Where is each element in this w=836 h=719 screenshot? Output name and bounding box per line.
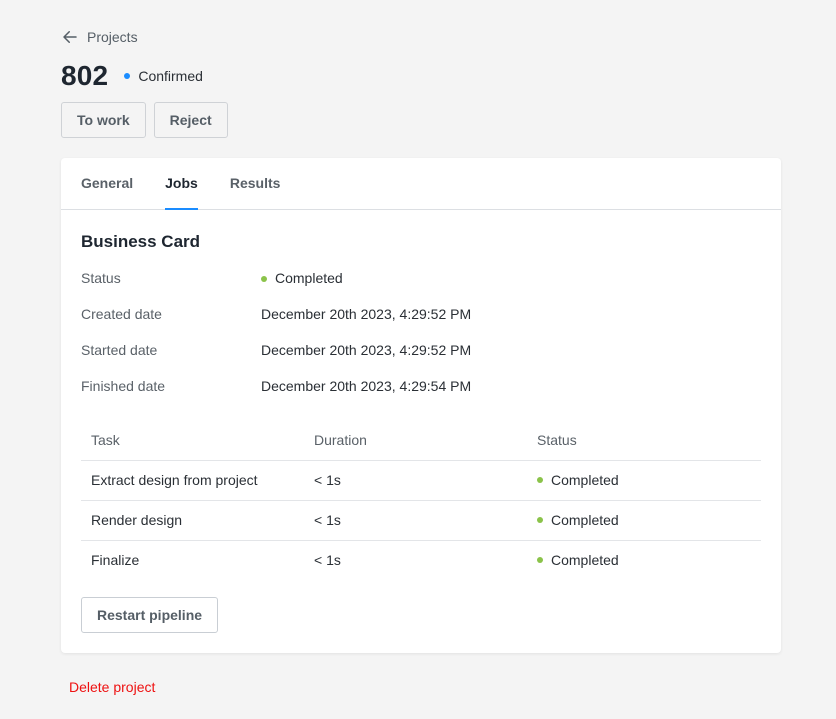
project-header: 802 Confirmed	[61, 60, 203, 92]
status-dot-icon	[537, 477, 543, 483]
property-value: December 20th 2023, 4:29:52 PM	[261, 306, 472, 322]
status-dot-icon	[124, 73, 131, 79]
status-dot-icon	[261, 276, 267, 282]
project-actions: To work Reject	[61, 102, 228, 138]
project-card: General Jobs Results Business Card Statu…	[61, 158, 781, 653]
to-work-button[interactable]: To work	[61, 102, 146, 138]
property-value: Completed	[261, 270, 343, 306]
status-dot-icon	[537, 557, 543, 564]
property-label: Finished date	[81, 378, 166, 394]
task-status: Completed	[527, 540, 761, 580]
column-header-status: Status	[527, 420, 761, 461]
status-dot-icon	[537, 517, 543, 523]
table-row: Render design < 1s Completed	[81, 500, 761, 541]
property-label: Started date	[81, 342, 158, 358]
task-status-text: Completed	[551, 512, 619, 528]
tab-jobs[interactable]: Jobs	[165, 158, 198, 210]
task-status-text: Completed	[551, 552, 619, 569]
property-label: Created date	[81, 306, 162, 322]
task-name: Extract design from project	[81, 460, 304, 501]
property-value: December 20th 2023, 4:29:54 PM	[261, 378, 472, 394]
job-title: Business Card	[81, 232, 201, 251]
task-name: Finalize	[91, 552, 140, 569]
table-row: Extract design from project < 1s Complet…	[81, 460, 761, 501]
restart-pipeline-button[interactable]: Restart pipeline	[81, 597, 219, 633]
job-properties: Status Completed Created date December 2…	[81, 270, 471, 414]
reject-button[interactable]: Reject	[153, 102, 228, 138]
property-status: Status Completed	[81, 270, 471, 306]
property-value: December 20th 2023, 4:29:52 PM	[261, 342, 472, 358]
tasks-table: Task Duration Status Extract design from…	[81, 420, 761, 580]
property-finished-date: Finished date December 20th 2023, 4:29:5…	[81, 378, 471, 414]
back-to-projects-link[interactable]: Projects	[61, 28, 138, 46]
property-started-date: Started date December 20th 2023, 4:29:52…	[81, 342, 471, 378]
property-created-date: Created date December 20th 2023, 4:29:52…	[81, 306, 471, 342]
job-status-text: Completed	[275, 270, 343, 286]
tab-results[interactable]: Results	[230, 158, 281, 209]
column-header-task: Task	[81, 420, 304, 461]
project-status-badge: Confirmed	[124, 68, 203, 84]
table-header-row: Task Duration Status	[81, 420, 761, 461]
task-name: Render design	[81, 500, 304, 541]
tab-bar: General Jobs Results	[61, 158, 781, 210]
arrow-left-icon	[63, 31, 77, 43]
column-header-duration: Duration	[304, 420, 527, 461]
page-title: 802	[61, 60, 109, 91]
task-status: Completed	[527, 460, 761, 501]
table-row: Finalize < 1s Completed	[81, 540, 761, 580]
tab-general[interactable]: General	[81, 158, 133, 209]
back-label: Projects	[87, 29, 138, 45]
task-duration: < 1s	[314, 552, 341, 569]
property-label: Status	[81, 270, 121, 286]
task-duration: < 1s	[304, 460, 527, 501]
task-status-text: Completed	[551, 472, 619, 488]
task-status: Completed	[527, 500, 761, 541]
task-duration: < 1s	[304, 500, 527, 541]
delete-project-link[interactable]: Delete project	[69, 679, 155, 695]
project-status-text: Confirmed	[138, 68, 203, 84]
